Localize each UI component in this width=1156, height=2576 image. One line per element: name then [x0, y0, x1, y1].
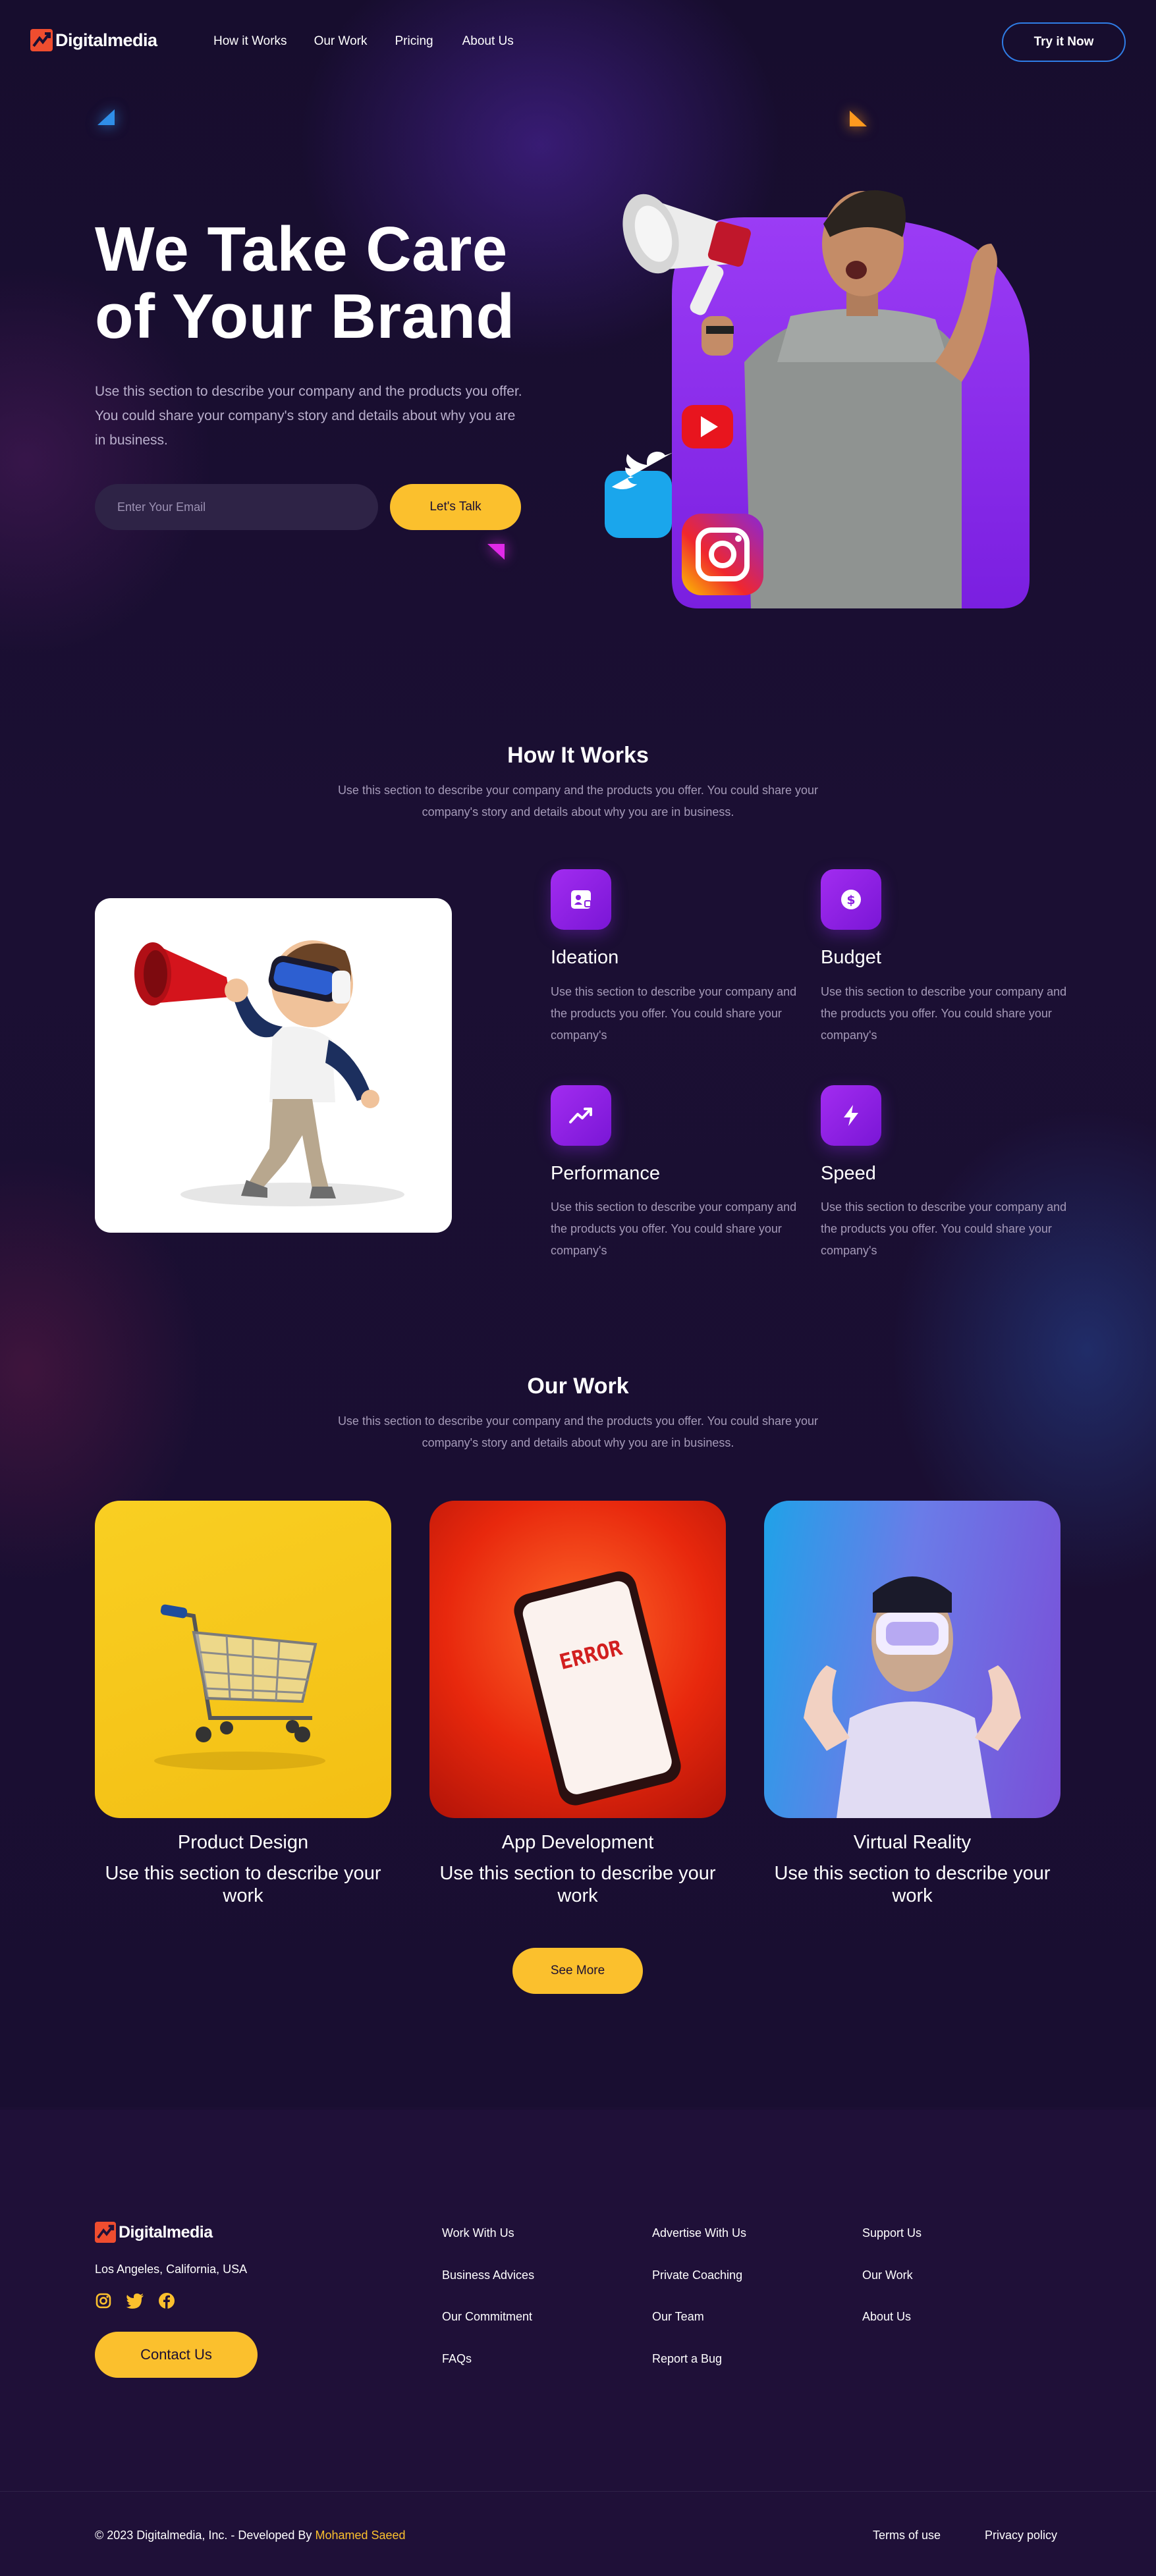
lets-talk-button[interactable]: Let's Talk: [390, 484, 521, 530]
nav-item-how-it-works[interactable]: How it Works: [213, 34, 287, 49]
feature-desc-speed: Use this section to describe your compan…: [821, 1200, 1067, 1257]
footer-location: Los Angeles, California, USA: [95, 2263, 248, 2276]
feature-desc-ideation: Use this section to describe your compan…: [551, 985, 797, 1042]
id-card-icon: [551, 869, 611, 930]
decorative-triangle-orange: [850, 111, 867, 126]
work-card-desc-app-development: Use this section to describe your work: [439, 1863, 716, 1906]
work-card-product-design-image[interactable]: [95, 1501, 391, 1818]
privacy-policy-link[interactable]: Privacy policy: [985, 2529, 1057, 2542]
our-work-description: Use this section to describe your compan…: [337, 1414, 819, 1449]
hero-description: Use this section to describe your compan…: [95, 384, 522, 448]
footer-link-work-with-us[interactable]: Work With Us: [442, 2226, 514, 2240]
lightning-icon: [821, 1085, 881, 1146]
footer-link-report-a-bug[interactable]: Report a Bug: [652, 2352, 722, 2366]
work-card-title-virtual-reality: Virtual Reality: [853, 1832, 972, 1853]
brand-name: Digitalmedia: [55, 30, 157, 50]
copyright-text: © 2023 Digitalmedia, Inc. - Developed By: [95, 2529, 312, 2542]
svg-text:$: $: [846, 893, 855, 907]
email-input[interactable]: Enter Your Email: [95, 484, 378, 530]
hero-image: [593, 145, 1041, 619]
footer-link-support-us[interactable]: Support Us: [862, 2226, 922, 2240]
work-card-title-app-development: App Development: [501, 1832, 654, 1853]
hero-title-line-1: We Take Care: [95, 214, 508, 284]
copyright: © 2023 Digitalmedia, Inc. - Developed By…: [95, 2529, 406, 2542]
feature-desc-performance: Use this section to describe your compan…: [551, 1200, 797, 1257]
footer-logo-mark-icon: [95, 2222, 116, 2243]
work-card-desc-virtual-reality: Use this section to describe your work: [774, 1863, 1051, 1906]
contact-us-button[interactable]: Contact Us: [95, 2332, 258, 2378]
footer-link-our-commitment[interactable]: Our Commitment: [442, 2310, 532, 2324]
feature-title-speed: Speed: [821, 1163, 876, 1184]
brand-logo[interactable]: Digitalmedia: [30, 29, 157, 51]
feature-desc-budget: Use this section to describe your compan…: [821, 985, 1067, 1042]
footer-link-about-us[interactable]: About Us: [862, 2310, 911, 2324]
how-it-works-title: How It Works: [507, 743, 649, 768]
feature-title-performance: Performance: [551, 1163, 661, 1184]
decorative-triangle-blue: [97, 109, 115, 125]
hero-title: We Take Care of Your Brand: [95, 216, 569, 350]
terms-of-use-link[interactable]: Terms of use: [873, 2529, 941, 2542]
our-work-title: Our Work: [527, 1374, 629, 1399]
twitter-icon[interactable]: [126, 2292, 144, 2309]
footer-link-advertise-with-us[interactable]: Advertise With Us: [652, 2226, 746, 2240]
trend-up-icon: [551, 1085, 611, 1146]
footer-link-private-coaching[interactable]: Private Coaching: [652, 2268, 742, 2282]
nav-item-our-work[interactable]: Our Work: [314, 34, 368, 49]
feature-title-ideation: Ideation: [551, 947, 619, 968]
nav-item-about-us[interactable]: About Us: [462, 34, 514, 49]
work-card-app-development-image[interactable]: ERROR: [429, 1501, 726, 1818]
instagram-icon[interactable]: [95, 2292, 112, 2309]
work-card-virtual-reality-image[interactable]: [764, 1501, 1060, 1818]
decorative-triangle-magenta: [487, 544, 505, 560]
try-it-now-button[interactable]: Try it Now: [1002, 22, 1126, 62]
footer-link-faqs[interactable]: FAQs: [442, 2352, 472, 2366]
logo-mark-icon: [30, 29, 53, 51]
how-it-works-image: [95, 898, 452, 1233]
work-card-title-product-design: Product Design: [177, 1832, 309, 1853]
footer-link-our-work[interactable]: Our Work: [862, 2268, 913, 2282]
main-nav: How it Works Our Work Pricing About Us: [213, 34, 514, 49]
nav-item-pricing[interactable]: Pricing: [395, 34, 433, 49]
work-card-desc-product-design: Use this section to describe your work: [105, 1863, 381, 1906]
feature-title-budget: Budget: [821, 947, 881, 968]
see-more-button[interactable]: See More: [512, 1948, 643, 1994]
footer-link-our-team[interactable]: Our Team: [652, 2310, 704, 2324]
how-it-works-description: Use this section to describe your compan…: [337, 784, 819, 818]
developer-link[interactable]: Mohamed Saeed: [315, 2529, 405, 2542]
hero-title-line-2: of Your Brand: [95, 281, 515, 352]
footer-brand-logo[interactable]: Digitalmedia: [95, 2222, 213, 2243]
facebook-icon[interactable]: [158, 2292, 175, 2309]
dollar-icon: $: [821, 869, 881, 930]
footer-link-business-advices[interactable]: Business Advices: [442, 2268, 534, 2282]
footer-divider: [0, 2491, 1156, 2492]
footer-brand-name: Digitalmedia: [119, 2222, 213, 2241]
